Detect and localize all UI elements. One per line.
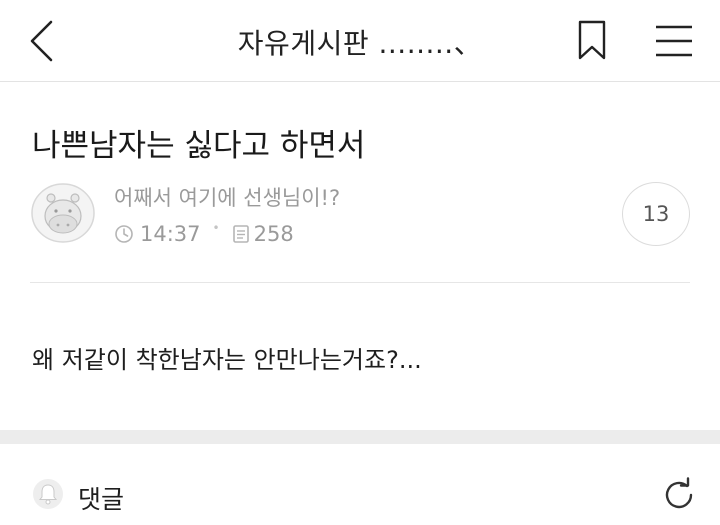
post-body: 왜 저같이 착한남자는 안만나는거죠?... <box>32 346 422 374</box>
bookmark-button[interactable] <box>572 18 612 62</box>
top-bar: 자유게시판 ........、 <box>0 0 720 82</box>
board-title[interactable]: 자유게시판 ........、 <box>0 22 720 62</box>
avatar-hippo-icon <box>31 183 95 243</box>
menu-button[interactable] <box>652 20 696 62</box>
divider <box>30 282 690 283</box>
post-title: 나쁜남자는 싫다고 하면서 <box>32 128 366 164</box>
bookmark-icon <box>578 20 606 60</box>
post-meta: 14:37 • 258 <box>114 221 294 246</box>
avatar[interactable] <box>30 182 96 244</box>
post-time: 14:37 <box>140 222 201 246</box>
comments-label: 댓글 <box>78 485 125 514</box>
hamburger-menu-icon <box>656 25 692 57</box>
document-icon <box>232 225 249 243</box>
view-count: 258 <box>253 222 294 246</box>
comment-bar: 댓글 <box>0 444 720 525</box>
comment-count-badge[interactable]: 13 <box>622 182 690 246</box>
refresh-icon <box>665 477 693 509</box>
section-separator <box>0 430 720 444</box>
clock-icon <box>115 225 133 243</box>
refresh-button[interactable] <box>660 476 698 514</box>
bell-icon[interactable] <box>32 478 64 510</box>
author-name[interactable]: 어째서 여기에 선생님이!? <box>114 182 340 212</box>
meta-separator: • <box>212 221 220 235</box>
